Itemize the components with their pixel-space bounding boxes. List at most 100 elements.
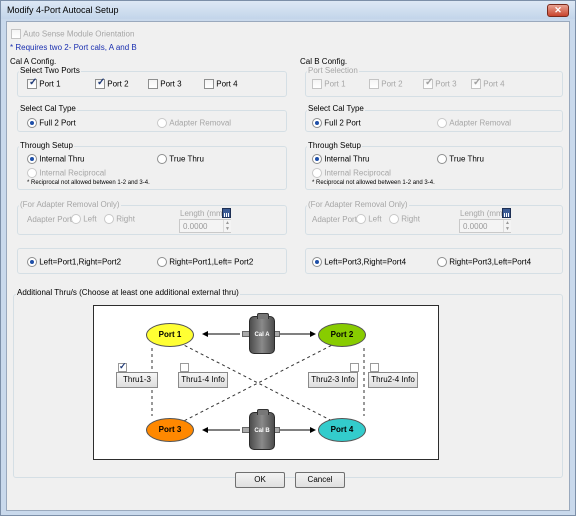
cal-a-mapping-radio-2[interactable] [157, 257, 167, 267]
cal-b-adapter-right-radio[interactable] [389, 214, 399, 224]
cal-b-adapter-removal-radio[interactable] [437, 118, 447, 128]
cal-b-full2port-radio[interactable] [312, 118, 322, 128]
auto-sense-checkbox-row[interactable]: Auto Sense Module Orientation [11, 29, 134, 39]
cal-a-full2port-label: Full 2 Port [39, 118, 76, 128]
cal-b-internal-thru-radio[interactable] [312, 154, 322, 164]
cal-a-adapter-removal-radio[interactable] [157, 118, 167, 128]
cal-a-true-thru-radio[interactable] [157, 154, 167, 164]
cal-b-adapter-left-radio[interactable] [356, 214, 366, 224]
cal-b-length-spinner[interactable]: ▲ ▼ [503, 220, 511, 232]
cal-b-internal-thru-option[interactable]: Internal Thru [312, 154, 369, 164]
cal-b-reciprocal-note: * Reciprocal not allowed between 1-2 and… [312, 180, 435, 186]
cal-a-true-thru-option[interactable]: True Thru [157, 154, 204, 164]
cal-a-adapter-removal-option[interactable]: Adapter Removal [157, 118, 231, 128]
cal-a-port1-label: Port 1 [39, 79, 61, 89]
cal-a-title: Cal A Config. [10, 57, 57, 66]
cal-a-select-ports-title: Select Two Ports [19, 66, 81, 75]
cancel-button[interactable]: Cancel [295, 472, 345, 488]
close-button[interactable]: ✕ [547, 4, 569, 17]
cal-a-mapping-label-2: Right=Port1,Left= Port2 [169, 257, 254, 267]
cal-a-port4-option[interactable]: Port 4 [204, 79, 238, 89]
cal-b-internal-reciprocal-label: Internal Reciprocal [324, 168, 391, 178]
thru24-checkbox[interactable] [370, 363, 379, 372]
cal-a-port1-checkbox[interactable] [27, 77, 37, 89]
cal-b-true-thru-radio[interactable] [437, 154, 447, 164]
cal-a-adapter-left-option[interactable]: Left [71, 214, 97, 224]
cal-b-mapping-option-1[interactable]: Left=Port3,Right=Port4 [312, 257, 406, 267]
cal-a-internal-reciprocal-radio[interactable] [27, 168, 37, 178]
thru13-button[interactable]: Thru1-3 [116, 372, 158, 388]
auto-sense-checkbox[interactable] [11, 29, 21, 39]
cal-b-port4-option[interactable]: Port 4 [471, 77, 505, 89]
cal-b-mapping-label-1: Left=Port3,Right=Port4 [324, 257, 407, 267]
cal-a-internal-thru-label: Internal Thru [39, 154, 85, 164]
cal-a-internal-thru-option[interactable]: Internal Thru [27, 154, 84, 164]
cal-b-adapter-title: (For Adapter Removal Only) [307, 200, 409, 209]
port4-node: Port 4 [318, 418, 366, 442]
cal-b-true-thru-option[interactable]: True Thru [437, 154, 484, 164]
cal-a-port3-checkbox[interactable] [148, 79, 158, 89]
thru14-checkbox[interactable] [180, 363, 189, 372]
cal-b-adapter-port-label: Adapter Port: [312, 215, 360, 224]
cal-b-adapter-right-option[interactable]: Right [389, 214, 420, 224]
thru13-checkbox[interactable] [118, 361, 127, 372]
cal-a-length-spinner[interactable]: ▲ ▼ [223, 220, 231, 232]
cal-a-through-title: Through Setup [19, 141, 74, 150]
cal-a-mapping-option-1[interactable]: Left=Port1,Right=Port2 [27, 257, 121, 267]
cal-a-full2port-radio[interactable] [27, 118, 37, 128]
cal-a-port4-checkbox[interactable] [204, 79, 214, 89]
cal-a-adapter-right-option[interactable]: Right [104, 214, 135, 224]
cal-b-mapping-radio-1[interactable] [312, 257, 322, 267]
cal-a-port2-option[interactable]: Port 2 [95, 77, 129, 89]
additional-thrus-title: Additional Thru/s (Choose at least one a… [16, 288, 240, 297]
cal-a-true-thru-label: True Thru [169, 154, 204, 164]
cal-a-port2-checkbox[interactable] [95, 77, 105, 89]
title-bar[interactable]: Modify 4-Port Autocal Setup ✕ [1, 1, 575, 19]
cal-b-module-icon: Cal B [249, 409, 275, 450]
ok-button[interactable]: OK [235, 472, 285, 488]
cal-b-adapter-removal-label: Adapter Removal [449, 118, 512, 128]
cal-b-calculator-icon[interactable] [502, 208, 511, 218]
cal-a-adapter-right-label: Right [116, 214, 135, 224]
cal-b-adapter-removal-option[interactable]: Adapter Removal [437, 118, 511, 128]
cal-b-through-title: Through Setup [307, 141, 362, 150]
cal-b-port3-checkbox[interactable] [423, 77, 433, 89]
cal-a-port1-option[interactable]: Port 1 [27, 77, 61, 89]
cal-a-port2-label: Port 2 [107, 79, 129, 89]
cal-b-internal-reciprocal-radio[interactable] [312, 168, 322, 178]
cal-b-full2port-option[interactable]: Full 2 Port [312, 118, 361, 128]
cal-a-full2port-option[interactable]: Full 2 Port [27, 118, 76, 128]
cal-a-adapter-left-radio[interactable] [71, 214, 81, 224]
cal-a-cal-type-title: Select Cal Type [19, 104, 77, 113]
cal-b-port2-option[interactable]: Port 2 [369, 79, 403, 89]
cal-b-mapping-option-2[interactable]: Right=Port3,Left=Port4 [437, 257, 531, 267]
cal-b-length-label: Length (mm) [460, 209, 506, 218]
cal-b-port1-label: Port 1 [324, 79, 346, 89]
cal-a-internal-thru-radio[interactable] [27, 154, 37, 164]
thru14-info-button[interactable]: Thru1-4 Info [178, 372, 228, 388]
auto-sense-label: Auto Sense Module Orientation [23, 29, 135, 39]
cal-a-adapter-left-label: Left [83, 214, 97, 224]
cal-b-adapter-left-option[interactable]: Left [356, 214, 382, 224]
port1-node: Port 1 [146, 323, 194, 347]
cal-a-adapter-right-radio[interactable] [104, 214, 114, 224]
cal-a-internal-reciprocal-option[interactable]: Internal Reciprocal [27, 168, 106, 178]
thru23-checkbox[interactable] [350, 363, 359, 372]
cal-a-calculator-icon[interactable] [222, 208, 231, 218]
thru24-info-button[interactable]: Thru2-4 Info [368, 372, 418, 388]
cal-b-port1-option[interactable]: Port 1 [312, 79, 346, 89]
cal-a-port3-option[interactable]: Port 3 [148, 79, 182, 89]
thru23-info-button[interactable]: Thru2-3 Info [308, 372, 358, 388]
cal-b-mapping-radio-2[interactable] [437, 257, 447, 267]
cal-b-internal-reciprocal-option[interactable]: Internal Reciprocal [312, 168, 391, 178]
requires-note: * Requires two 2- Port cals, A and B [10, 43, 137, 52]
cal-b-port4-checkbox[interactable] [471, 77, 481, 89]
cal-a-mapping-radio-1[interactable] [27, 257, 37, 267]
cal-b-port2-checkbox[interactable] [369, 79, 379, 89]
cal-b-true-thru-label: True Thru [449, 154, 484, 164]
cal-b-port3-option[interactable]: Port 3 [423, 77, 457, 89]
cal-b-adapter-right-label: Right [401, 214, 420, 224]
cal-b-port1-checkbox[interactable] [312, 79, 322, 89]
cal-a-mapping-option-2[interactable]: Right=Port1,Left= Port2 [157, 257, 253, 267]
cal-b-adapter-left-label: Left [368, 214, 382, 224]
